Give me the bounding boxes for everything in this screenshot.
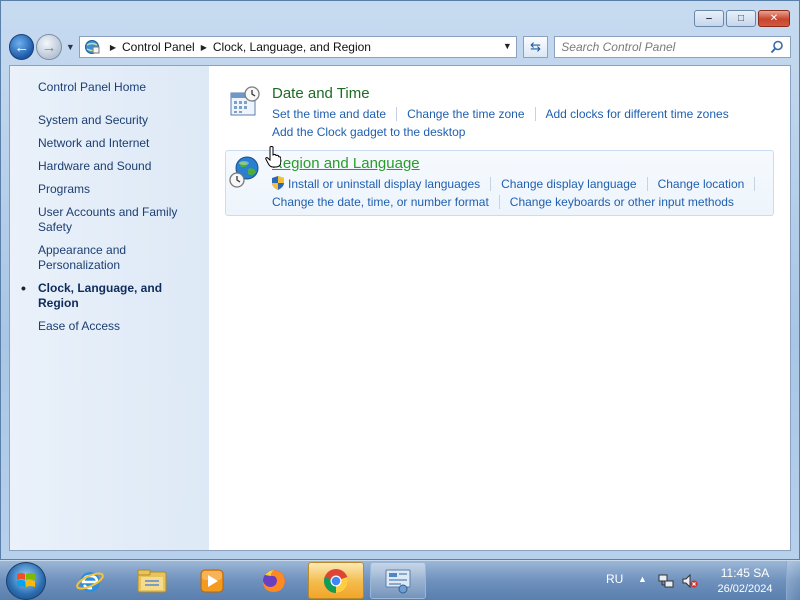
taskbar: RU ▲ 11:45 SA 26/02/2024 — [0, 560, 800, 600]
minimize-button[interactable]: ‒ — [694, 10, 724, 27]
task-set-time-date[interactable]: Set the time and date — [272, 105, 386, 123]
control-panel-icon — [385, 569, 411, 593]
task-change-keyboards[interactable]: Change keyboards or other input methods — [510, 193, 734, 211]
clock-time: 11:45 SA — [720, 566, 770, 580]
taskbar-control-panel[interactable] — [370, 562, 426, 599]
system-clock[interactable]: 11:45 SA 26/02/2024 — [712, 565, 778, 597]
globe-clock-icon[interactable] — [228, 155, 262, 189]
category-date-time: Date and Time Set the time and date Chan… — [225, 80, 774, 146]
caption-buttons: ‒ □ ✕ — [694, 10, 790, 27]
sidebar-item-clock-language-region: Clock, Language, and Region — [10, 281, 209, 311]
breadcrumb-clock-language-region[interactable]: Clock, Language, and Region — [213, 40, 371, 54]
navigation-bar: ← → ▼ ▶ Control Panel ▶ Clock, Language,… — [9, 33, 792, 61]
chrome-icon — [324, 568, 348, 593]
back-button[interactable]: ← — [9, 34, 35, 60]
maximize-button[interactable]: □ — [726, 10, 756, 27]
sidebar-item-system-security[interactable]: System and Security — [10, 113, 209, 128]
calendar-clock-icon[interactable] — [228, 85, 262, 119]
control-panel-icon — [84, 40, 100, 54]
media-player-icon — [200, 569, 224, 592]
breadcrumb-separator-icon[interactable]: ▶ — [201, 43, 207, 52]
control-panel-window: ‒ □ ✕ ← → ▼ ▶ Control Panel ▶ Clock, Lan… — [0, 0, 800, 560]
task-add-clock-gadget[interactable]: Add the Clock gadget to the desktop — [272, 123, 465, 141]
task-separator — [534, 107, 536, 121]
category-region-language: Region and Language Install or uninstall… — [225, 150, 774, 216]
arrow-right-icon: → — [41, 38, 57, 56]
sidebar-item-control-panel-home[interactable]: Control Panel Home — [10, 80, 209, 95]
category-title-date-time[interactable]: Date and Time — [272, 85, 767, 103]
task-change-display-language[interactable]: Change display language — [501, 175, 636, 193]
recent-pages-dropdown-icon[interactable]: ▼ — [66, 42, 75, 52]
task-separator — [490, 177, 492, 191]
task-separator — [396, 107, 398, 121]
refresh-button[interactable]: ⇆ — [522, 36, 549, 58]
sidebar-item-appearance[interactable]: Appearance and Personalization — [10, 243, 209, 273]
taskbar-internet-explorer[interactable] — [62, 562, 118, 599]
breadcrumb-separator-icon[interactable]: ▶ — [110, 43, 116, 52]
task-list-region-language: Install or uninstall display languages C… — [272, 175, 767, 193]
task-list-date-time-2: Add the Clock gadget to the desktop — [272, 123, 767, 141]
start-button[interactable] — [6, 562, 46, 600]
shield-icon — [272, 176, 284, 190]
internet-explorer-icon — [76, 571, 104, 592]
close-button[interactable]: ✕ — [758, 10, 790, 27]
task-change-format[interactable]: Change the date, time, or number format — [272, 193, 489, 211]
sidebar-item-ease-of-access[interactable]: Ease of Access — [10, 319, 209, 334]
search-box[interactable] — [554, 36, 792, 58]
network-icon[interactable] — [658, 573, 674, 589]
task-list-region-language-2: Change the date, time, or number format … — [272, 193, 767, 211]
taskbar-chrome[interactable] — [308, 562, 364, 599]
task-change-location[interactable]: Change location — [658, 175, 745, 193]
show-hidden-icons-icon[interactable]: ▲ — [638, 574, 647, 584]
content-area: Control Panel Home System and Security N… — [9, 65, 791, 551]
show-desktop-button[interactable] — [786, 561, 800, 600]
sidebar-item-user-accounts[interactable]: User Accounts and Family Safety — [10, 205, 209, 235]
volume-muted-icon[interactable] — [682, 573, 698, 589]
firefox-icon — [263, 569, 285, 592]
taskbar-media-player[interactable] — [184, 562, 240, 599]
task-separator — [646, 177, 648, 191]
task-install-display-languages[interactable]: Install or uninstall display languages — [272, 175, 480, 193]
taskbar-firefox[interactable] — [246, 562, 302, 599]
arrow-left-icon: ← — [14, 38, 30, 56]
refresh-icon: ⇆ — [530, 39, 541, 54]
task-separator — [498, 195, 500, 209]
file-explorer-icon — [137, 569, 167, 592]
main-panel: Date and Time Set the time and date Chan… — [209, 66, 790, 550]
task-separator — [754, 177, 756, 191]
breadcrumb-control-panel[interactable]: Control Panel — [122, 40, 195, 54]
input-language-indicator[interactable]: RU — [606, 572, 623, 586]
address-bar[interactable]: ▶ Control Panel ▶ Clock, Language, and R… — [78, 36, 517, 58]
sidebar: Control Panel Home System and Security N… — [10, 66, 209, 550]
address-dropdown-icon[interactable]: ▼ — [503, 41, 512, 51]
task-change-time-zone[interactable]: Change the time zone — [407, 105, 524, 123]
clock-date: 26/02/2024 — [717, 583, 773, 595]
search-icon[interactable] — [770, 40, 784, 54]
forward-button[interactable]: → — [36, 34, 62, 60]
sidebar-item-hardware-sound[interactable]: Hardware and Sound — [10, 159, 209, 174]
category-title-region-language[interactable]: Region and Language — [272, 155, 767, 173]
task-list-date-time: Set the time and date Change the time zo… — [272, 105, 767, 123]
taskbar-file-explorer[interactable] — [124, 562, 180, 599]
task-add-clocks[interactable]: Add clocks for different time zones — [546, 105, 729, 123]
task-install-display-languages-label: Install or uninstall display languages — [288, 177, 481, 191]
sidebar-item-programs[interactable]: Programs — [10, 182, 209, 197]
windows-logo-icon — [17, 573, 35, 587]
search-input[interactable] — [561, 40, 762, 54]
sidebar-item-network-internet[interactable]: Network and Internet — [10, 136, 209, 151]
